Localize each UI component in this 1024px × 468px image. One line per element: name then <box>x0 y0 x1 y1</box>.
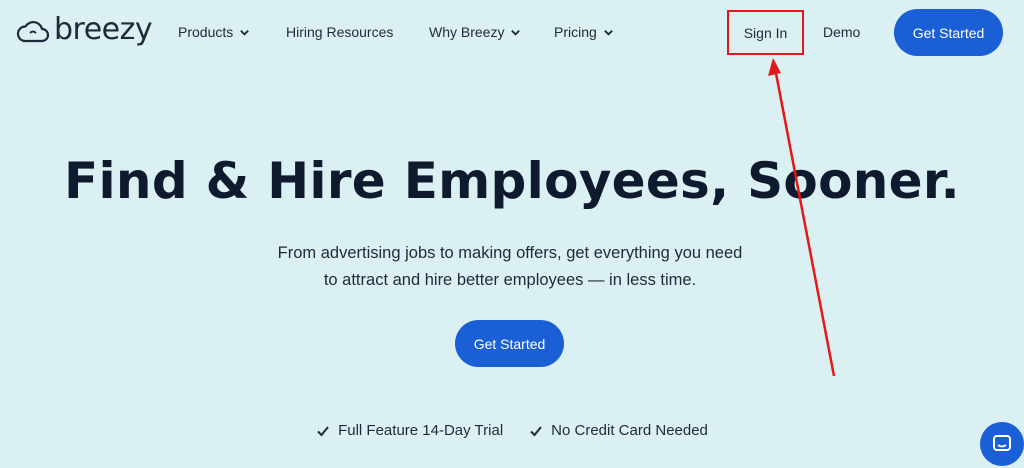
hero-subtitle-line-2: to attract and hire better employees — i… <box>323 271 697 289</box>
sign-in-link[interactable]: Sign In <box>727 10 804 55</box>
chevron-down-icon <box>240 29 250 36</box>
breezy-logo[interactable]: breezy <box>16 12 153 50</box>
check-icon <box>317 425 329 436</box>
hero-get-started-button[interactable]: Get Started <box>455 320 564 367</box>
nav-products[interactable]: Products <box>178 22 250 42</box>
nav-hiring-resources-label: Hiring Resources <box>286 24 394 40</box>
hero-subtitle-line-1: From advertising jobs to making offers, … <box>277 244 743 262</box>
check-icon <box>530 425 542 436</box>
perk-item: No Credit Card Needed <box>529 422 708 439</box>
cloud-logo-icon <box>16 20 50 43</box>
demo-label: Demo <box>823 24 861 40</box>
chevron-down-icon <box>603 29 613 36</box>
nav-products-label: Products <box>178 24 234 40</box>
chat-launcher-button[interactable] <box>980 422 1024 466</box>
header-get-started-button[interactable]: Get Started <box>894 9 1003 56</box>
nav-why-breezy[interactable]: Why Breezy <box>429 22 521 42</box>
sign-in-label: Sign In <box>743 24 788 41</box>
chat-icon <box>993 435 1011 451</box>
chevron-down-icon <box>511 29 521 36</box>
perks-list: Full Feature 14-Day Trial No Credit Card… <box>0 422 1024 439</box>
nav-pricing[interactable]: Pricing <box>554 22 614 42</box>
perk-label: No Credit Card Needed <box>551 422 708 439</box>
nav-pricing-label: Pricing <box>554 24 597 40</box>
nav-why-breezy-label: Why Breezy <box>429 24 505 40</box>
landing-page: breezy Products Hiring Resources Why Bre… <box>0 0 1024 468</box>
nav-hiring-resources[interactable]: Hiring Resources <box>286 22 393 42</box>
annotation-arrow <box>768 58 836 377</box>
logo-text: breezy <box>54 12 153 47</box>
hero-title: Find & Hire Employees, Sooner. <box>64 152 960 210</box>
perk-item: Full Feature 14-Day Trial <box>316 422 503 439</box>
perk-label: Full Feature 14-Day Trial <box>338 422 504 439</box>
hero-subtitle: From advertising jobs to making offers, … <box>200 240 820 294</box>
demo-link[interactable]: Demo <box>823 22 860 42</box>
